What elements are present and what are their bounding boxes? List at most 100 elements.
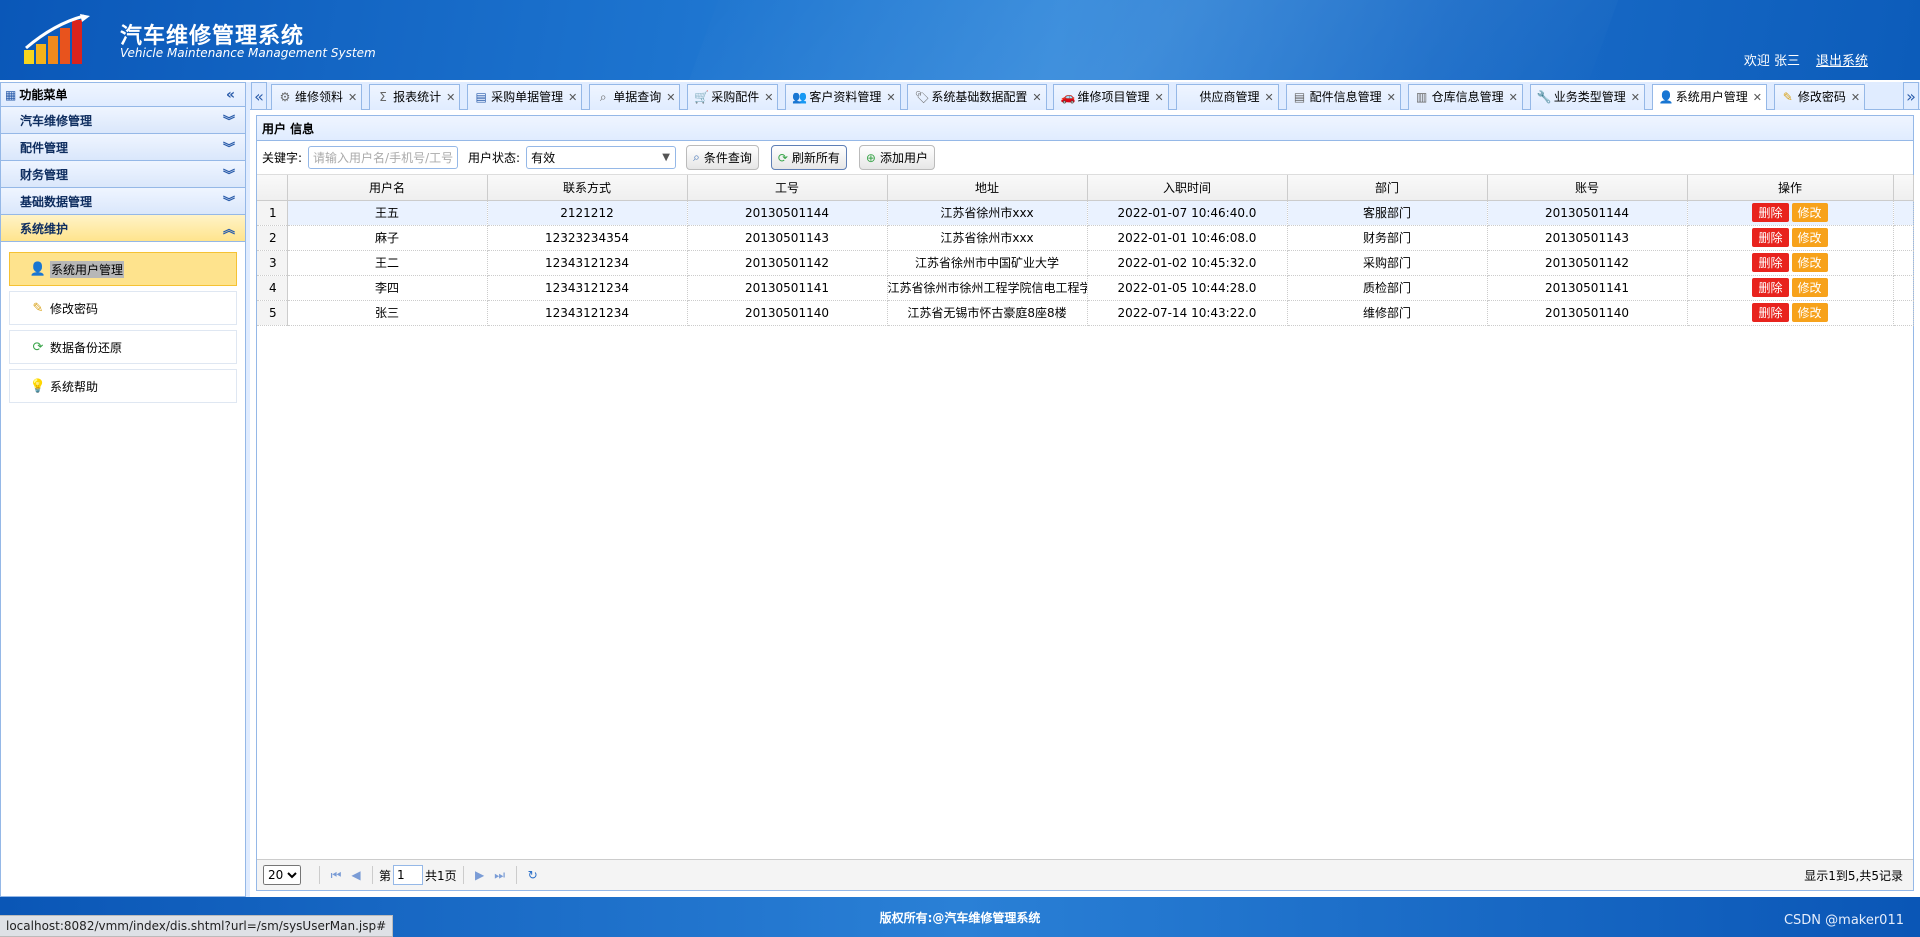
tab-warehouse-info[interactable]: ▥ 仓库信息管理 ✕ bbox=[1407, 84, 1523, 110]
menu-item-help[interactable]: 💡 系统帮助 bbox=[9, 369, 237, 403]
menu-item-system-users[interactable]: 👤 系统用户管理 bbox=[9, 252, 237, 286]
last-page-icon[interactable]: ⏭ bbox=[490, 868, 510, 883]
delete-button[interactable]: 删除 bbox=[1752, 203, 1789, 222]
panel-splitter[interactable] bbox=[246, 82, 250, 897]
tab-label: 报表统计 bbox=[393, 90, 442, 104]
menu-section-system-maintenance[interactable]: 系统维护 ︽ bbox=[1, 215, 245, 242]
delete-button[interactable]: 删除 bbox=[1752, 228, 1789, 247]
chevron-down-icon: ︾ bbox=[222, 167, 235, 182]
close-icon[interactable]: ✕ bbox=[568, 86, 577, 110]
tab-order-query[interactable]: ⌕ 单据查询 ✕ bbox=[589, 84, 681, 110]
close-icon[interactable]: ✕ bbox=[1032, 86, 1041, 110]
cell-hire-date: 2022-01-02 10:45:32.0 bbox=[1087, 250, 1288, 276]
scroll-gutter bbox=[1893, 175, 1914, 201]
tab-scroll-left-icon[interactable]: « bbox=[251, 82, 267, 110]
edit-button[interactable]: 修改 bbox=[1791, 303, 1828, 322]
tab-label: 系统用户管理 bbox=[1675, 90, 1748, 104]
close-icon[interactable]: ✕ bbox=[1154, 86, 1163, 110]
edit-button[interactable]: 修改 bbox=[1791, 228, 1828, 247]
status-label: 用户状态: bbox=[468, 151, 521, 165]
delete-button[interactable]: 删除 bbox=[1752, 303, 1789, 322]
cell-employee-id: 20130501140 bbox=[687, 300, 888, 326]
close-icon[interactable]: ✕ bbox=[1387, 86, 1396, 110]
tab-basic-config[interactable]: 🏷 系统基础数据配置 ✕ bbox=[907, 84, 1047, 110]
close-icon[interactable]: ✕ bbox=[446, 86, 455, 110]
tab-label: 仓库信息管理 bbox=[1431, 90, 1504, 104]
column-header[interactable]: 部门 bbox=[1287, 175, 1488, 201]
tab-repair-items[interactable]: 🚗 维修项目管理 ✕ bbox=[1053, 84, 1169, 110]
close-icon[interactable]: ✕ bbox=[1851, 86, 1860, 110]
panel-title: 用户 信息 bbox=[257, 116, 1913, 141]
prev-page-icon[interactable]: ◀ bbox=[346, 868, 366, 882]
wrench-icon: 🔧 bbox=[1536, 90, 1552, 104]
menu-section-parts[interactable]: 配件管理 ︾ bbox=[1, 134, 245, 161]
close-icon[interactable]: ✕ bbox=[666, 86, 675, 110]
column-header[interactable]: 用户名 bbox=[287, 175, 488, 201]
close-icon[interactable]: ✕ bbox=[1265, 86, 1274, 110]
status-select[interactable]: 有效 ▼ bbox=[526, 146, 677, 169]
table-row[interactable]: 5 张三 12343121234 20130501140 江苏省无锡市怀古豪庭8… bbox=[257, 300, 1914, 326]
tab-customer-data[interactable]: 👥 客户资料管理 ✕ bbox=[785, 84, 901, 110]
table-row[interactable]: 1 王五 2121212 20130501144 江苏省徐州市xxx 2022-… bbox=[257, 200, 1914, 226]
add-user-button[interactable]: ⊕ 添加用户 bbox=[858, 145, 935, 170]
column-header[interactable]: 工号 bbox=[687, 175, 888, 201]
cell-address: 江苏省徐州市xxx bbox=[887, 200, 1088, 226]
close-icon[interactable]: ✕ bbox=[1631, 86, 1640, 110]
logout-link[interactable]: 退出系统 bbox=[1816, 50, 1868, 69]
tab-parts-info[interactable]: ▤ 配件信息管理 ✕ bbox=[1285, 84, 1401, 110]
close-icon[interactable]: ✕ bbox=[764, 86, 773, 110]
edit-button[interactable]: 修改 bbox=[1791, 278, 1828, 297]
keyword-input[interactable] bbox=[308, 146, 459, 169]
first-page-icon[interactable]: ⏮ bbox=[326, 868, 346, 883]
column-header[interactable]: 入职时间 bbox=[1087, 175, 1288, 201]
column-header[interactable]: 联系方式 bbox=[487, 175, 688, 201]
table-row[interactable]: 4 李四 12343121234 20130501141 江苏省徐州市徐州工程学… bbox=[257, 275, 1914, 301]
refresh-all-button[interactable]: ⟳ 刷新所有 bbox=[770, 145, 847, 170]
collapse-menu-icon[interactable]: « bbox=[226, 87, 235, 103]
table-row[interactable]: 2 麻子 12323234354 20130501143 江苏省徐州市xxx 2… bbox=[257, 225, 1914, 251]
page-number-input[interactable] bbox=[393, 865, 424, 885]
menu-title: ▦ 功能菜单 « bbox=[1, 83, 245, 107]
delete-button[interactable]: 删除 bbox=[1752, 278, 1789, 297]
menu-section-finance[interactable]: 财务管理 ︾ bbox=[1, 161, 245, 188]
tab-reports[interactable]: Σ 报表统计 ✕ bbox=[369, 84, 461, 110]
tab-label: 修改密码 bbox=[1797, 90, 1846, 104]
edit-button[interactable]: 修改 bbox=[1791, 253, 1828, 272]
reload-icon[interactable]: ↻ bbox=[523, 868, 543, 882]
tab-purchase-orders[interactable]: ▤ 采购单据管理 ✕ bbox=[467, 84, 583, 110]
lightbulb-icon: 💡 bbox=[29, 378, 47, 394]
tab-system-users[interactable]: 👤 系统用户管理 ✕ bbox=[1651, 84, 1767, 110]
column-header[interactable]: 地址 bbox=[887, 175, 1088, 201]
cell-actions: 删除 修改 bbox=[1687, 300, 1894, 326]
close-icon[interactable]: ✕ bbox=[1509, 86, 1518, 110]
menu-section-basic-data[interactable]: 基础数据管理 ︾ bbox=[1, 188, 245, 215]
cell-department: 财务部门 bbox=[1287, 225, 1488, 251]
page-size-select[interactable]: 20 bbox=[263, 865, 301, 885]
user-icon: 👤 bbox=[29, 261, 47, 277]
menu-section-car-repair[interactable]: 汽车维修管理 ︾ bbox=[1, 107, 245, 134]
tab-repair-materials[interactable]: ⚙ 维修领料 ✕ bbox=[271, 84, 363, 110]
menu-item-data-backup[interactable]: ⟳ 数据备份还原 bbox=[9, 330, 237, 364]
table-row[interactable]: 3 王二 12343121234 20130501142 江苏省徐州市中国矿业大… bbox=[257, 250, 1914, 276]
search-icon: ⌕ bbox=[599, 90, 607, 104]
tab-scroll-right-icon[interactable]: » bbox=[1903, 82, 1919, 110]
next-page-icon[interactable]: ▶ bbox=[470, 868, 490, 882]
cell-actions: 删除 修改 bbox=[1687, 225, 1894, 251]
tab-business-types[interactable]: 🔧 业务类型管理 ✕ bbox=[1529, 84, 1645, 110]
tab-purchase-parts[interactable]: 🛒 采购配件 ✕ bbox=[687, 84, 779, 110]
tab-suppliers[interactable]: 供应商管理 ✕ bbox=[1175, 84, 1279, 110]
column-header[interactable]: 账号 bbox=[1487, 175, 1688, 201]
close-icon[interactable]: ✕ bbox=[1753, 86, 1762, 110]
cell-name: 王二 bbox=[287, 250, 488, 276]
close-icon[interactable]: ✕ bbox=[886, 86, 895, 110]
column-header[interactable]: 操作 bbox=[1687, 175, 1894, 201]
tab-change-password[interactable]: ✎ 修改密码 ✕ bbox=[1773, 84, 1866, 110]
edit-button[interactable]: 修改 bbox=[1791, 203, 1828, 222]
delete-button[interactable]: 删除 bbox=[1752, 253, 1789, 272]
chevron-down-icon[interactable]: ▼ bbox=[657, 147, 675, 168]
menu-item-change-password[interactable]: ✎ 修改密码 bbox=[9, 291, 237, 325]
cell-phone: 12343121234 bbox=[487, 250, 688, 276]
cell-phone: 12323234354 bbox=[487, 225, 688, 251]
query-button[interactable]: ⌕ 条件查询 bbox=[686, 145, 759, 170]
close-icon[interactable]: ✕ bbox=[348, 86, 357, 110]
